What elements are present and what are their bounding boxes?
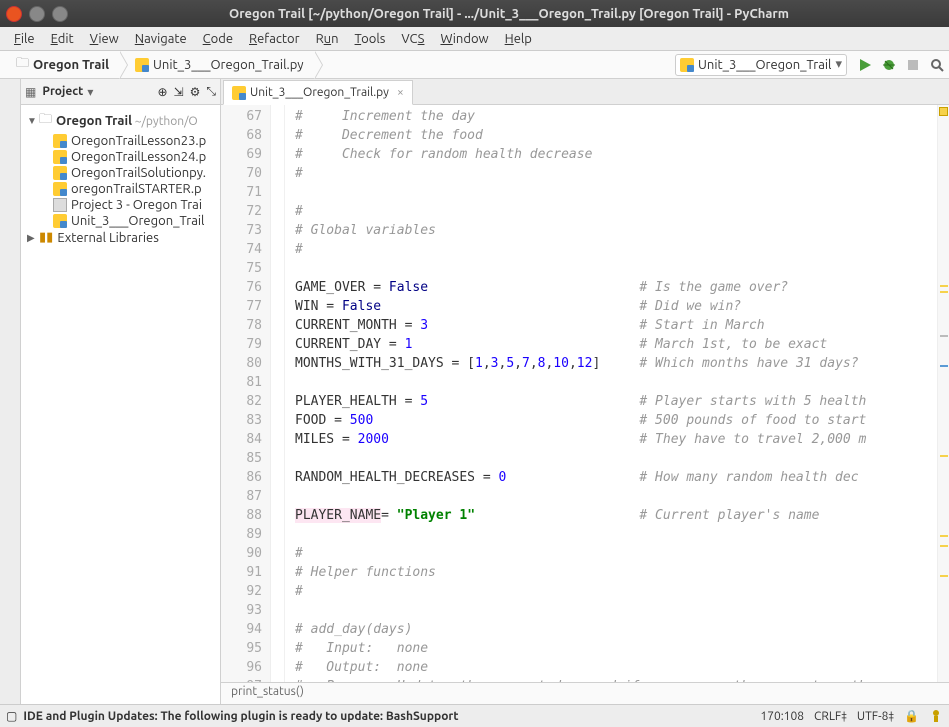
menu-file[interactable]: File [6,30,43,48]
chevron-down-icon: ▾ [835,57,842,72]
tree-file[interactable]: oregonTrailSTARTER.p [21,181,220,197]
breadcrumb-project-label: Oregon Trail [33,58,109,72]
titlebar: Oregon Trail [~/python/Oregon Trail] - .… [0,0,949,27]
breadcrumb-file-label: Unit_3___Oregon_Trail.py [153,58,304,72]
menu-vcs[interactable]: VCS [393,30,432,48]
run-config-label: Unit_3___Oregon_Trail [698,58,831,72]
tree-root-label: Oregon Trail [56,114,132,128]
stripe-warning[interactable] [940,455,948,457]
hector-icon[interactable] [929,709,943,723]
tree-root-path: ~/python/O [132,115,198,128]
stop-button [902,54,924,76]
editor-breadcrumbs[interactable]: print_status() [221,682,949,704]
breadcrumb-file[interactable]: Unit_3___Oregon_Trail.py [119,51,314,78]
chevron-down-icon[interactable]: ▾ [87,85,93,99]
editor-crumb[interactable]: print_status() [231,685,304,698]
folder-icon: 🗀 [16,54,29,76]
menu-window[interactable]: Window [432,30,496,48]
python-file-icon [680,58,694,72]
autoscroll-button[interactable]: ⇲ [174,85,184,99]
python-file-icon [135,58,149,72]
tree-file[interactable]: Project 3 - Oregon Trai [21,197,220,213]
search-icon [930,58,944,72]
menu-run[interactable]: Run [308,30,347,48]
menu-edit[interactable]: Edit [43,30,82,48]
tree-root[interactable]: ▼ 🗀 Oregon Trail ~/python/O [21,109,220,133]
breadcrumb-project[interactable]: 🗀 Oregon Trail [0,51,119,78]
stripe-warning[interactable] [940,535,948,537]
library-icon: ▮▮ [39,230,53,245]
stop-icon [907,59,919,71]
tree-file[interactable]: OregonTrailSolutionpy. [21,165,220,181]
fold-gutter[interactable] [271,105,285,682]
search-button[interactable] [926,54,948,76]
python-file-icon [53,214,67,228]
inspection-indicator[interactable] [939,107,948,116]
window-maximize-button[interactable] [52,6,68,22]
status-message[interactable]: IDE and Plugin Updates: The following pl… [23,710,458,723]
python-file-icon [53,150,67,164]
folder-icon: 🗀 [39,110,52,132]
line-separator[interactable]: CRLF‡ [814,710,847,723]
menu-navigate[interactable]: Navigate [127,30,195,48]
stripe-warning[interactable] [940,291,948,293]
play-icon [858,58,872,72]
python-file-icon [53,134,67,148]
stripe-info[interactable] [940,365,948,367]
menu-code[interactable]: Code [195,30,241,48]
menu-view[interactable]: View [82,30,127,48]
window-title: Oregon Trail [~/python/Oregon Trail] - .… [75,7,943,21]
run-button[interactable] [854,54,876,76]
line-number-gutter[interactable]: 6768697071727374757677787980818283848586… [221,105,271,682]
debug-button[interactable] [878,54,900,76]
tab-close-button[interactable]: × [397,86,404,99]
tree-file[interactable]: OregonTrailLesson23.p [21,133,220,149]
project-panel-title: Project [42,85,83,98]
stripe-warning[interactable] [940,285,948,287]
navbar: 🗀 Oregon Trail Unit_3___Oregon_Trail.py … [0,51,949,79]
run-config-selector[interactable]: Unit_3___Oregon_Trail ▾ [675,54,847,76]
project-tree[interactable]: ▼ 🗀 Oregon Trail ~/python/O OregonTrailL… [21,105,220,704]
error-stripe[interactable] [937,105,949,682]
editor-tabbar: Unit_3___Oregon_Trail.py × [221,79,949,105]
tree-file[interactable]: OregonTrailLesson24.p [21,149,220,165]
text-file-icon [53,198,67,212]
stripe-mark[interactable] [940,335,948,337]
bug-icon [882,58,896,72]
menu-refactor[interactable]: Refactor [241,30,308,48]
caret-position[interactable]: 170:108 [760,710,804,723]
lock-icon[interactable]: 🔒 [904,709,919,723]
collapse-button[interactable]: ⊕ [158,85,168,99]
editor-area: Unit_3___Oregon_Trail.py × 6768697071727… [221,79,949,704]
tree-expand-arrow[interactable]: ▶ [27,232,37,244]
tool-windows-toggle[interactable]: ▢ [6,709,17,723]
editor-tab[interactable]: Unit_3___Oregon_Trail.py × [223,80,413,105]
python-file-icon [53,182,67,196]
hide-button[interactable]: ⤡ [206,85,216,99]
editor-tab-label: Unit_3___Oregon_Trail.py [250,86,389,99]
tree-expand-arrow[interactable]: ▼ [27,115,37,127]
file-encoding[interactable]: UTF-8‡ [857,710,894,723]
stripe-warning[interactable] [940,545,948,547]
code-editor[interactable]: # Increment the day# Decrement the food#… [285,105,937,682]
menu-help[interactable]: Help [497,30,540,48]
tree-external-libraries[interactable]: ▶ ▮▮ External Libraries [21,229,220,246]
python-file-icon [232,86,246,100]
project-panel-header: ▦ Project ▾ ⊕ ⇲ ⚙ ⤡ [21,79,220,105]
statusbar: ▢ IDE and Plugin Updates: The following … [0,704,949,727]
gear-icon[interactable]: ⚙ [190,85,201,99]
window-minimize-button[interactable] [29,6,45,22]
menu-tools[interactable]: Tools [347,30,394,48]
menubar: File Edit View Navigate Code Refactor Ru… [0,27,949,51]
tree-external-label: External Libraries [57,231,159,245]
tool-window-left-stripe[interactable] [0,79,21,704]
project-tool-window: ▦ Project ▾ ⊕ ⇲ ⚙ ⤡ ▼ 🗀 Oregon Trail ~/p… [21,79,221,704]
python-file-icon [53,166,67,180]
stripe-warning[interactable] [940,575,948,577]
window-close-button[interactable] [6,6,22,22]
tree-file[interactable]: Unit_3___Oregon_Trail [21,213,220,229]
project-icon: ▦ [25,85,36,99]
